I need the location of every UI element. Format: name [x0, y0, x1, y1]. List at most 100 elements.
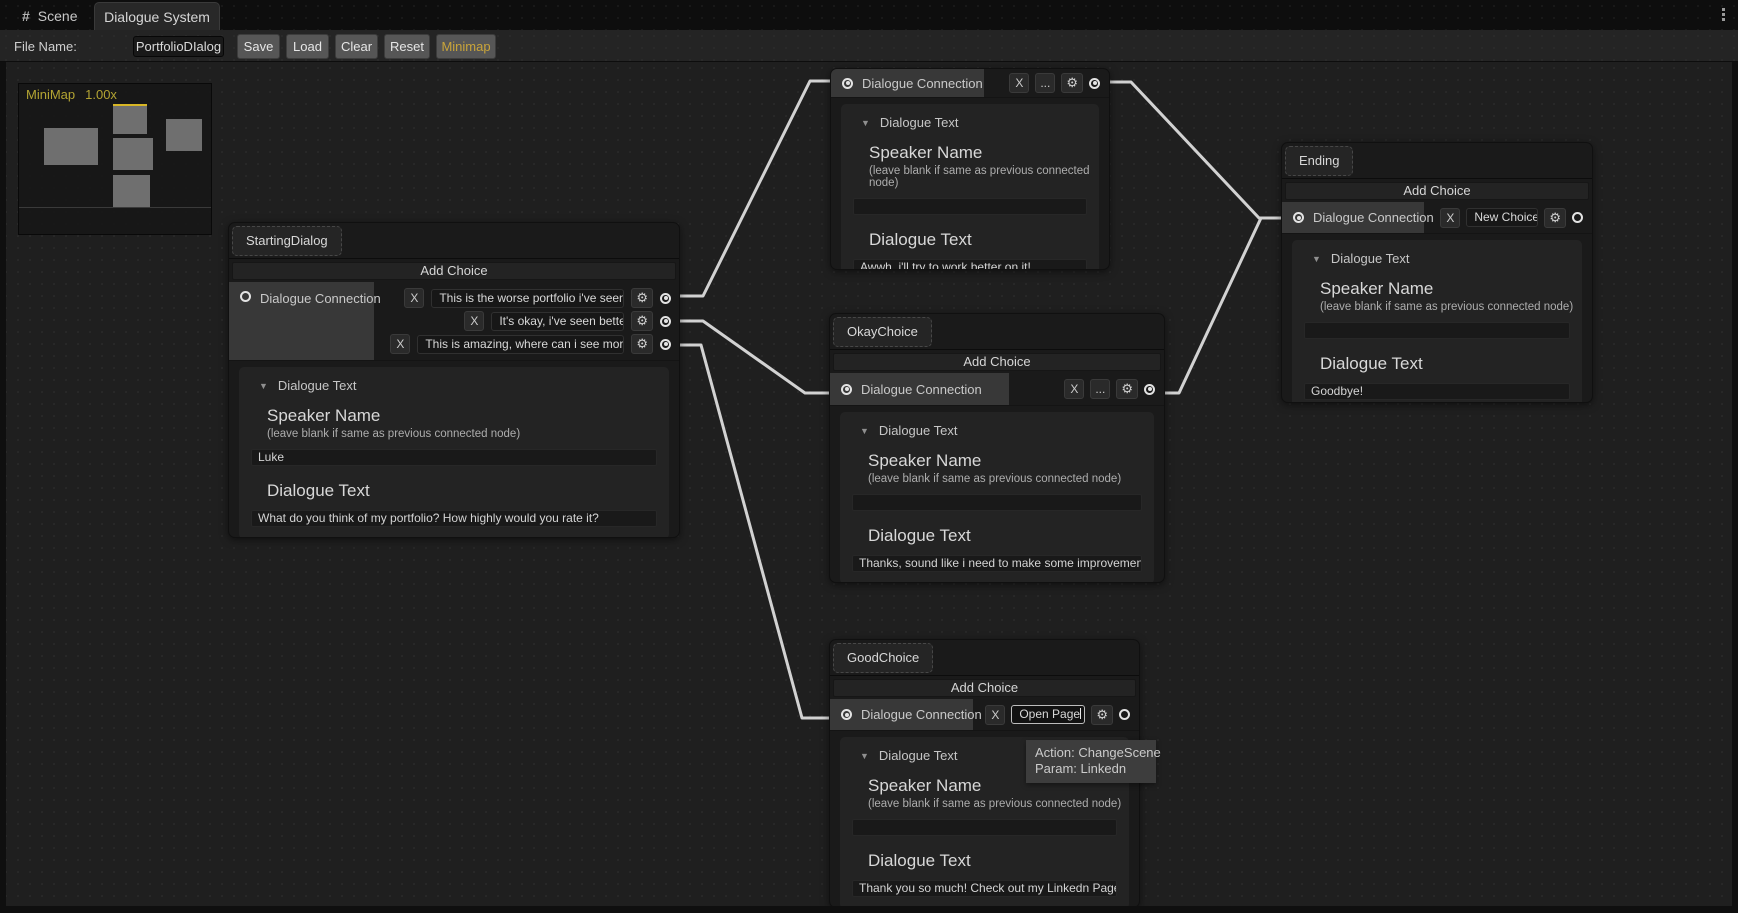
speaker-name-input[interactable]: [1304, 322, 1570, 339]
minimap-title: MiniMap 1.00x: [26, 87, 117, 102]
add-choice-button[interactable]: Add Choice: [1285, 182, 1589, 200]
choice-text-field[interactable]: New Choice: [1466, 208, 1538, 227]
choice-settings-button[interactable]: ⚙: [1544, 208, 1566, 228]
gear-icon: ⚙: [636, 312, 648, 330]
clear-button[interactable]: Clear: [335, 34, 378, 59]
choice-row: X ... ⚙: [1064, 379, 1164, 399]
delete-choice-button[interactable]: X: [404, 288, 424, 308]
speaker-name-input[interactable]: [853, 198, 1087, 215]
output-port[interactable]: [1144, 384, 1155, 395]
input-port[interactable]: [841, 384, 852, 395]
choice-settings-button[interactable]: ⚙: [631, 288, 653, 308]
input-port[interactable]: [841, 709, 852, 720]
choice-settings-button[interactable]: ⚙: [631, 311, 653, 331]
choice-text-field[interactable]: It's okay, i've seen better: [491, 312, 624, 331]
gear-icon: ⚙: [1121, 380, 1133, 398]
connection-section: Dialogue Connection X Open Page ⚙: [830, 699, 1139, 731]
port-label: Dialogue Connection: [861, 707, 982, 722]
dialogue-text-input[interactable]: What do you think of my portfolio? How h…: [251, 510, 657, 527]
input-port[interactable]: [842, 78, 853, 89]
more-button[interactable]: ...: [1090, 379, 1110, 399]
window-frame-right: [1732, 62, 1738, 906]
delete-choice-button[interactable]: X: [1440, 208, 1460, 228]
delete-choice-button[interactable]: X: [1064, 379, 1084, 399]
minimap-node-rect[interactable]: [113, 175, 150, 208]
speaker-name-input[interactable]: [852, 494, 1142, 511]
speaker-name-input[interactable]: Luke: [251, 449, 657, 466]
foldout[interactable]: ▼ Dialogue Text: [246, 378, 662, 393]
foldout-arrow-icon: ▼: [860, 751, 869, 761]
delete-choice-button[interactable]: X: [464, 311, 484, 331]
output-port[interactable]: [660, 339, 671, 350]
file-name-input[interactable]: PortfolioDIalog: [133, 36, 224, 57]
foldout[interactable]: ▼ Dialogue Text: [847, 423, 1147, 438]
input-port[interactable]: [240, 291, 251, 302]
add-choice-button[interactable]: Add Choice: [833, 353, 1161, 371]
add-choice-button[interactable]: Add Choice: [833, 679, 1136, 697]
node-ending[interactable]: Ending Add Choice Dialogue Connection X …: [1281, 142, 1593, 403]
node-okay-choice[interactable]: OkayChoice Add Choice Dialogue Connectio…: [829, 313, 1165, 583]
minimap-node-rect[interactable]: [113, 138, 153, 170]
node-title-field[interactable]: Ending: [1285, 146, 1353, 176]
load-button[interactable]: Load: [286, 34, 329, 59]
dialogue-text-heading: Dialogue Text: [868, 851, 1122, 871]
window-frame-bottom: [0, 906, 1738, 913]
foldout[interactable]: ▼ Dialogue Text: [848, 115, 1092, 130]
minimap-node-rect[interactable]: [113, 104, 147, 134]
output-port[interactable]: [1089, 78, 1100, 89]
gear-icon: ⚙: [636, 289, 648, 307]
foldout-arrow-icon: ▼: [861, 118, 870, 128]
minimap-toggle-button[interactable]: Minimap: [436, 34, 496, 59]
dialogue-text-input[interactable]: Goodbye!: [1304, 383, 1570, 400]
file-name-label: File Name:: [14, 39, 77, 54]
node-title-bar: GoodChoice: [830, 640, 1139, 676]
speaker-name-hint: (leave blank if same as previous connect…: [868, 473, 1147, 485]
output-port[interactable]: [660, 293, 671, 304]
add-choice-button[interactable]: Add Choice: [232, 262, 676, 280]
choice-settings-button[interactable]: ⚙: [1116, 379, 1138, 399]
node-title-field[interactable]: StartingDialog: [232, 226, 342, 256]
save-button[interactable]: Save: [237, 34, 280, 59]
speaker-name-input[interactable]: [852, 819, 1117, 836]
gear-icon: ⚙: [1066, 74, 1078, 92]
tab-dialogue-system[interactable]: Dialogue System: [94, 2, 220, 30]
choice-text-field[interactable]: This is amazing, where can i see more!: [417, 335, 624, 354]
choice-row: X ... ⚙: [1009, 73, 1109, 93]
choice-settings-button[interactable]: ⚙: [1091, 705, 1113, 725]
node-starting-dialog[interactable]: StartingDialog Add Choice Dialogue Conne…: [228, 222, 680, 538]
node-title-field[interactable]: GoodChoice: [833, 643, 933, 673]
delete-choice-button[interactable]: X: [1009, 73, 1029, 93]
foldout[interactable]: ▼ Dialogue Text: [1299, 251, 1575, 266]
choice-settings-button[interactable]: ⚙: [1061, 73, 1083, 93]
minimap-node-rect[interactable]: [166, 119, 202, 151]
foldout-arrow-icon: ▼: [860, 426, 869, 436]
delete-choice-button[interactable]: X: [390, 334, 410, 354]
dialogue-text-panel: ▼ Dialogue Text Speaker Name (leave blan…: [840, 412, 1154, 583]
dialogue-system-editor: { "titlebar": { "scene_tab": "Scene", "d…: [0, 0, 1738, 913]
kebab-menu-icon[interactable]: [1718, 8, 1728, 24]
tab-scene[interactable]: # Scene: [14, 4, 86, 28]
tab-scene-label: Scene: [38, 8, 78, 24]
output-port[interactable]: [1119, 709, 1130, 720]
port-label: Dialogue Connection: [260, 291, 381, 306]
node-title-field[interactable]: OkayChoice: [833, 317, 932, 347]
choice-text-field[interactable]: Open Page: [1011, 705, 1085, 724]
dialogue-text-input[interactable]: Thanks, sound like i need to make some i…: [852, 555, 1142, 572]
dialogue-text-input[interactable]: Awwh, i'll try to work better on it!: [853, 259, 1087, 270]
more-button[interactable]: ...: [1035, 73, 1055, 93]
output-port[interactable]: [1572, 212, 1583, 223]
output-port[interactable]: [660, 316, 671, 327]
minimap-node-rect[interactable]: [44, 128, 98, 165]
dialogue-text-input[interactable]: Thank you so much! Check out my Linkedn …: [852, 880, 1117, 897]
minimap[interactable]: MiniMap 1.00x: [18, 83, 212, 235]
speaker-name-heading: Speaker Name: [267, 406, 662, 426]
node-bad-response[interactable]: Dialogue Connection X ... ⚙ ▼ Dialogue T…: [830, 68, 1110, 270]
minimap-zoom-level: 1.00x: [85, 87, 117, 102]
choice-settings-button[interactable]: ⚙: [631, 334, 653, 354]
minimap-label: MiniMap: [26, 87, 75, 102]
input-port[interactable]: [1293, 212, 1304, 223]
delete-choice-button[interactable]: X: [985, 705, 1005, 725]
choice-text-field[interactable]: This is the worse portfolio i've seen: [431, 289, 624, 308]
reset-button[interactable]: Reset: [384, 34, 430, 59]
dialogue-text-panel: ▼ Dialogue Text Speaker Name (leave blan…: [1292, 240, 1582, 403]
